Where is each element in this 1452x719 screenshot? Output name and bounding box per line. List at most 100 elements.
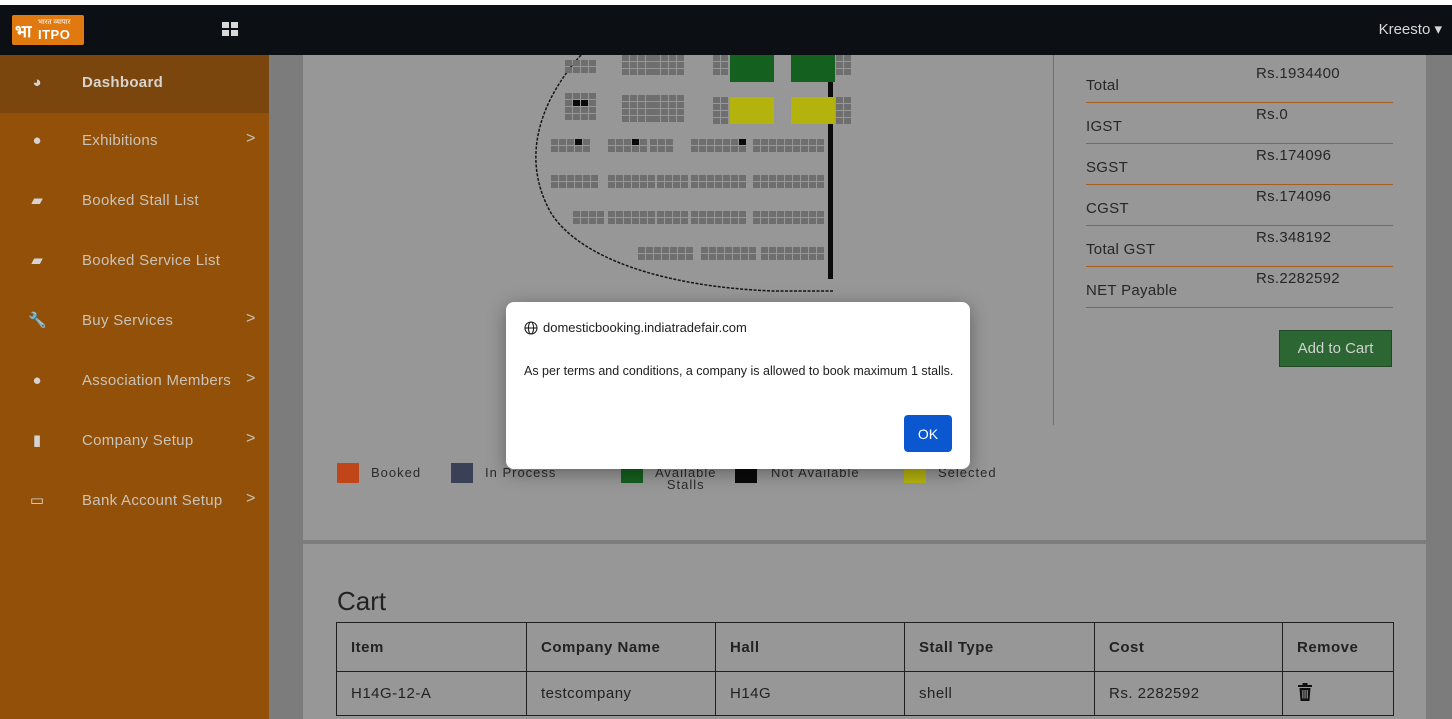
stall-cell[interactable] (809, 139, 816, 145)
stall-cell[interactable] (653, 95, 660, 101)
stall-selected[interactable] (791, 97, 835, 124)
stall-cell[interactable] (715, 211, 722, 217)
stall-cell[interactable] (677, 116, 684, 122)
stall-cell[interactable] (661, 95, 668, 101)
stall-cell[interactable] (638, 95, 645, 101)
stall-cell[interactable] (793, 247, 800, 253)
stall-cell[interactable] (640, 175, 647, 181)
stall-cell[interactable] (567, 175, 574, 181)
stall-cell[interactable] (662, 247, 669, 253)
stall-cell[interactable] (817, 211, 824, 217)
stall-cell[interactable] (632, 146, 639, 152)
add-to-cart-button[interactable]: Add to Cart (1279, 330, 1392, 367)
stall-cell[interactable] (691, 218, 698, 224)
stall-cell[interactable] (836, 104, 843, 110)
stall-cell[interactable] (809, 218, 816, 224)
stall-cell[interactable] (809, 254, 816, 260)
stall-cell[interactable] (761, 211, 768, 217)
stall-cell[interactable] (785, 211, 792, 217)
stall-cell[interactable] (551, 139, 558, 145)
stall-cell[interactable] (573, 114, 580, 120)
stall-cell[interactable] (741, 247, 748, 253)
stall-cell[interactable] (717, 254, 724, 260)
stall-cell[interactable] (624, 139, 631, 145)
stall-cell[interactable] (691, 146, 698, 152)
stall-cell[interactable] (657, 182, 664, 188)
stall-cell[interactable] (801, 182, 808, 188)
stall-cell[interactable] (581, 114, 588, 120)
stall-cell[interactable] (836, 118, 843, 124)
stall-cell[interactable] (648, 218, 655, 224)
stall-cell[interactable] (608, 218, 615, 224)
stall-cell[interactable] (761, 146, 768, 152)
stall-cell[interactable] (733, 247, 740, 253)
stall-cell[interactable] (785, 146, 792, 152)
stall-cell[interactable] (622, 55, 629, 61)
stall-cell[interactable] (801, 175, 808, 181)
stall-cell[interactable] (581, 93, 588, 99)
stall-cell[interactable] (597, 211, 604, 217)
stall-cell[interactable] (707, 175, 714, 181)
stall-cell[interactable] (573, 67, 580, 73)
stall-cell[interactable] (653, 109, 660, 115)
stall-cell[interactable] (669, 69, 676, 75)
stall-cell[interactable] (589, 107, 596, 113)
stall-cell[interactable] (817, 254, 824, 260)
stall-cell[interactable] (761, 254, 768, 260)
stall-cell[interactable] (650, 139, 657, 145)
stall-cell[interactable] (638, 69, 645, 75)
stall-cell[interactable] (638, 55, 645, 61)
stall-cell[interactable] (715, 146, 722, 152)
stall-cell[interactable] (622, 62, 629, 68)
stall-cell[interactable] (678, 247, 685, 253)
stall-cell[interactable] (583, 182, 590, 188)
stall-cell[interactable] (713, 104, 720, 110)
stall-cell[interactable] (753, 211, 760, 217)
stall-cell[interactable] (844, 97, 851, 103)
stall-cell[interactable] (677, 95, 684, 101)
stall-cell[interactable] (632, 175, 639, 181)
stall-cell[interactable] (640, 218, 647, 224)
stall-cell[interactable] (575, 146, 582, 152)
stall-cell[interactable] (691, 211, 698, 217)
stall-cell[interactable] (638, 116, 645, 122)
stall-cell[interactable] (699, 139, 706, 145)
stall-cell[interactable] (573, 107, 580, 113)
sidebar-item-association-members[interactable]: ● Association Members > (0, 353, 269, 411)
stall-cell[interactable] (669, 55, 676, 61)
sidebar-item-dashboard[interactable]: ◕ Dashboard (0, 55, 269, 113)
stall-cell[interactable] (658, 139, 665, 145)
stall-cell[interactable] (785, 139, 792, 145)
stall-cell[interactable] (581, 107, 588, 113)
stall-cell[interactable] (608, 182, 615, 188)
stall-cell[interactable] (657, 211, 664, 217)
stall-cell[interactable] (717, 247, 724, 253)
stall-cell[interactable] (665, 175, 672, 181)
stall-cell[interactable] (646, 55, 653, 61)
stall-cell[interactable] (677, 102, 684, 108)
stall-cell[interactable] (658, 146, 665, 152)
stall-cell[interactable] (785, 182, 792, 188)
stall-cell[interactable] (836, 111, 843, 117)
stall-cell[interactable] (669, 62, 676, 68)
stall-cell[interactable] (559, 146, 566, 152)
stall-cell[interactable] (646, 95, 653, 101)
stall-cell[interactable] (616, 146, 623, 152)
stall-cell[interactable] (817, 139, 824, 145)
stall-cell[interactable] (753, 218, 760, 224)
stall-cell[interactable] (583, 139, 590, 145)
stall-cell[interactable] (551, 146, 558, 152)
stall-cell[interactable] (844, 69, 851, 75)
stall-grid[interactable] (551, 55, 851, 260)
stall-cell[interactable] (741, 254, 748, 260)
stall-cell[interactable] (551, 175, 558, 181)
stall-cell[interactable] (713, 97, 720, 103)
stall-cell[interactable] (713, 62, 720, 68)
stall-cell[interactable] (624, 175, 631, 181)
stall-cell[interactable] (608, 175, 615, 181)
stall-cell[interactable] (723, 218, 730, 224)
stall-cell[interactable] (769, 211, 776, 217)
stall-available[interactable] (730, 55, 774, 82)
stall-cell[interactable] (661, 55, 668, 61)
stall-cell[interactable] (661, 62, 668, 68)
